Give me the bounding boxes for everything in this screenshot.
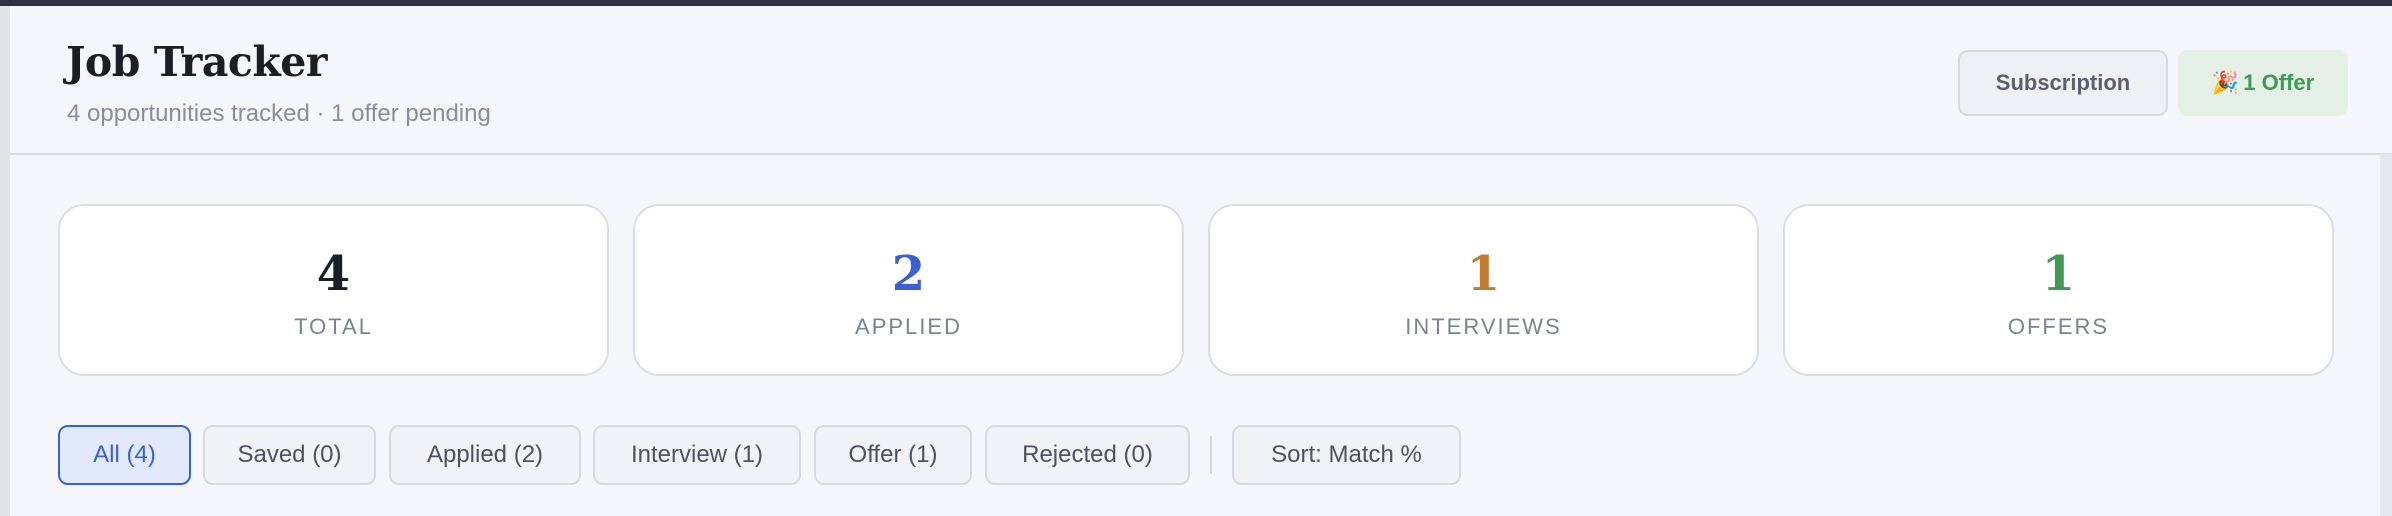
- page-header: Job Tracker 4 opportunities tracked · 1 …: [10, 6, 2392, 155]
- filter-saved-tab[interactable]: Saved (0): [203, 425, 376, 485]
- party-popper-icon: 🎉: [2211, 70, 2240, 95]
- stat-value-offers: 1: [2041, 246, 2076, 302]
- filter-offer-tab[interactable]: Offer (1): [814, 425, 972, 485]
- stat-label-interviews: INTERVIEWS: [1405, 314, 1562, 339]
- filter-divider: [1210, 436, 1212, 474]
- stat-value-applied: 2: [891, 246, 926, 302]
- stat-card-total: 4 TOTAL: [58, 204, 609, 376]
- sort-button[interactable]: Sort: Match %: [1232, 425, 1461, 485]
- filter-interview-tab[interactable]: Interview (1): [593, 425, 801, 485]
- left-edge-strip: [0, 6, 10, 516]
- stat-value-total: 4: [316, 246, 351, 302]
- page-title: Job Tracker: [66, 38, 327, 86]
- offer-badge-button[interactable]: 🎉 1 Offer: [2178, 50, 2348, 116]
- stat-card-interviews: 1 INTERVIEWS: [1208, 204, 1759, 376]
- filter-applied-tab[interactable]: Applied (2): [389, 425, 581, 485]
- stat-label-offers: OFFERS: [2007, 314, 2110, 339]
- stat-card-offers: 1 OFFERS: [1783, 204, 2334, 376]
- stat-label-applied: APPLIED: [855, 314, 962, 339]
- stat-value-interviews: 1: [1466, 246, 1501, 302]
- offer-badge-label: 1 Offer: [2243, 70, 2315, 95]
- filter-all-tab[interactable]: All (4): [58, 425, 191, 485]
- subscription-button[interactable]: Subscription: [1958, 50, 2168, 116]
- vertical-scrollbar[interactable]: [2380, 154, 2392, 516]
- stat-card-applied: 2 APPLIED: [633, 204, 1184, 376]
- stat-label-total: TOTAL: [294, 314, 373, 339]
- filter-rejected-tab[interactable]: Rejected (0): [985, 425, 1190, 485]
- page-subtitle: 4 opportunities tracked · 1 offer pendin…: [67, 100, 491, 127]
